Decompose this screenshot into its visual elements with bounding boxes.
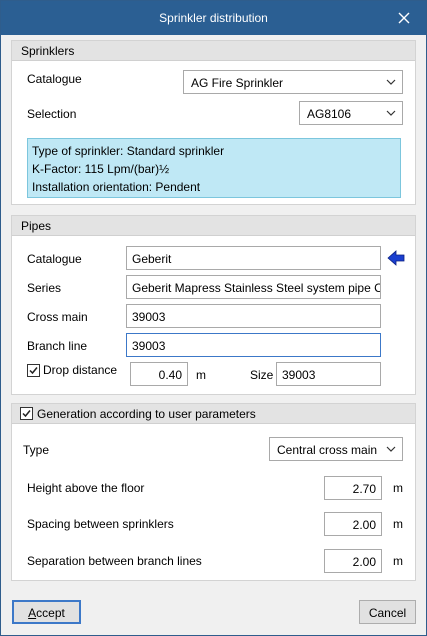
generation-panel: Generation according to user parameters … — [11, 403, 416, 581]
branch-line-value: 39003 — [132, 339, 166, 353]
sprinkler-spacing-value: 2.00 — [352, 518, 376, 532]
generation-type-select[interactable]: Central cross main — [269, 437, 403, 461]
sprinkler-kfactor-text: K-Factor: 115 Lpm/(bar)½ — [32, 162, 170, 176]
chevron-down-icon — [386, 446, 396, 452]
height-above-floor-field[interactable]: 2.70 — [324, 476, 382, 500]
drop-distance-checkbox[interactable] — [27, 364, 40, 377]
close-button[interactable] — [382, 1, 426, 35]
branch-separation-field[interactable]: 2.00 — [324, 549, 382, 573]
sprinklers-panel-header: Sprinklers — [12, 41, 415, 61]
size-field[interactable]: 39003 — [276, 362, 381, 386]
generation-checkbox[interactable] — [20, 407, 33, 420]
branch-separation-value: 2.00 — [352, 555, 376, 569]
pipe-series-value: Geberit Mapress Stainless Steel system p… — [132, 281, 381, 295]
branch-separation-label: Separation between branch lines — [27, 554, 202, 568]
generation-type-label: Type — [23, 443, 50, 457]
drop-distance-field[interactable]: 0.40 — [130, 362, 188, 386]
branch-line-field[interactable]: 39003 — [126, 333, 381, 357]
chevron-down-icon — [386, 79, 396, 85]
pipe-catalogue-label: Catalogue — [27, 252, 82, 266]
pipes-panel: Pipes Catalogue Geberit Series Geberit M… — [11, 215, 416, 395]
sprinkler-orientation-text: Installation orientation: Pendent — [32, 180, 201, 194]
size-label: Size — [250, 368, 274, 382]
accept-mnemonic: A — [28, 606, 37, 620]
cancel-label: Cancel — [368, 606, 407, 620]
generation-header-label: Generation according to user parameters — [37, 407, 256, 421]
cross-main-value: 39003 — [132, 310, 166, 324]
sprinkler-distribution-dialog: Sprinkler distribution Sprinklers Catalo… — [0, 0, 427, 636]
sprinkler-catalogue-select[interactable]: AG Fire Sprinkler — [183, 70, 403, 94]
height-above-floor-value: 2.70 — [352, 482, 376, 496]
drop-distance-unit: m — [196, 368, 206, 382]
drop-distance-value: 0.40 — [158, 368, 182, 382]
sprinkler-selection-select[interactable]: AG8106 — [299, 101, 403, 125]
arrow-left-icon — [387, 250, 405, 266]
sprinkler-catalogue-value: AG Fire Sprinkler — [191, 76, 284, 90]
drop-distance-label: Drop distance — [43, 363, 118, 377]
dialog-title: Sprinkler distribution — [159, 11, 268, 25]
accept-button[interactable]: Accept — [12, 600, 81, 624]
sprinklers-header-label: Sprinklers — [21, 44, 75, 58]
generation-panel-header: Generation according to user parameters — [12, 404, 415, 424]
sprinkler-selection-label: Selection — [27, 107, 77, 121]
sprinkler-spacing-unit: m — [393, 517, 403, 531]
height-above-floor-label: Height above the floor — [27, 481, 145, 495]
title-bar: Sprinkler distribution — [1, 1, 426, 35]
chevron-down-icon — [386, 110, 396, 116]
accept-label: ccept — [36, 606, 65, 620]
cross-main-label: Cross main — [27, 310, 88, 324]
sprinkler-catalogue-label: Catalogue — [27, 72, 82, 86]
cancel-button[interactable]: Cancel — [359, 600, 416, 624]
cross-main-field[interactable]: 39003 — [126, 304, 381, 328]
pipe-catalogue-value: Geberit — [132, 252, 172, 266]
pipe-series-label: Series — [27, 281, 62, 295]
pipe-series-field[interactable]: Geberit Mapress Stainless Steel system p… — [126, 275, 381, 299]
checkmark-icon — [22, 410, 31, 418]
close-icon — [398, 12, 410, 24]
size-value: 39003 — [282, 368, 316, 382]
sprinkler-info-box: Type of sprinkler: Standard sprinkler K-… — [27, 138, 401, 198]
sprinkler-selection-value: AG8106 — [307, 107, 352, 121]
sprinkler-spacing-field[interactable]: 2.00 — [324, 512, 382, 536]
pipe-catalogue-pick-button[interactable] — [386, 248, 406, 268]
pipes-panel-header: Pipes — [12, 216, 415, 236]
branch-line-label: Branch line — [27, 339, 88, 353]
sprinklers-panel: Sprinklers Catalogue AG Fire Sprinkler S… — [11, 40, 416, 205]
generation-type-value: Central cross main — [277, 443, 378, 457]
pipes-header-label: Pipes — [21, 219, 52, 233]
sprinkler-spacing-label: Spacing between sprinklers — [27, 517, 174, 531]
sprinkler-type-text: Type of sprinkler: Standard sprinkler — [32, 144, 225, 158]
branch-separation-unit: m — [393, 554, 403, 568]
pipe-catalogue-field[interactable]: Geberit — [126, 246, 381, 270]
height-above-floor-unit: m — [393, 481, 403, 495]
checkmark-icon — [29, 367, 38, 375]
